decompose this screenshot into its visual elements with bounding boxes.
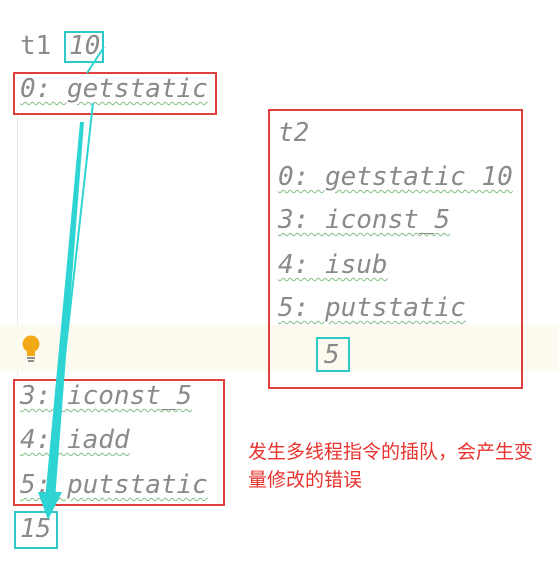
arrow-head: [38, 492, 62, 520]
flow-arrow: [38, 46, 105, 520]
arrow-shaft: [45, 122, 84, 500]
arrow-top-thin-segment: [86, 46, 105, 74]
